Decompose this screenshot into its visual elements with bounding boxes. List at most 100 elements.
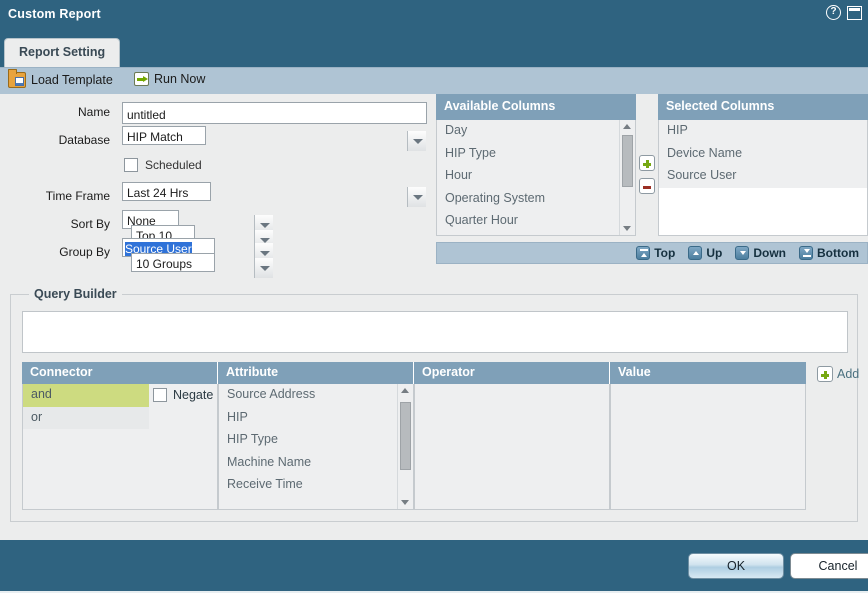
move-bottom-label: Bottom — [817, 246, 859, 260]
scheduled-checkbox[interactable] — [124, 158, 138, 172]
operator-column: Operator — [414, 362, 610, 510]
list-item[interactable]: Source Address — [219, 384, 413, 407]
group-by-label: Group By — [59, 245, 110, 259]
window-title: Custom Report — [8, 7, 101, 21]
database-select[interactable]: HIP Match — [122, 126, 427, 151]
move-bottom-button[interactable]: Bottom — [799, 246, 859, 260]
list-item[interactable]: HIP — [659, 120, 867, 143]
attribute-scrollbar[interactable] — [397, 384, 413, 509]
attribute-header: Attribute — [218, 362, 414, 384]
scroll-up-icon[interactable] — [401, 388, 409, 393]
query-builder-legend: Query Builder — [29, 287, 122, 301]
dialog-footer: OK Cancel — [0, 540, 868, 593]
negate-checkbox[interactable] — [153, 388, 167, 402]
available-columns-list[interactable]: Day HIP Type Hour Operating System Quart… — [436, 120, 636, 236]
list-item[interactable]: Receive Time — [219, 474, 413, 497]
name-input[interactable] — [122, 102, 427, 124]
tab-strip: Report Setting — [0, 30, 868, 67]
list-item[interactable]: Machine Name — [219, 452, 413, 475]
move-up-icon — [688, 246, 703, 260]
ok-button[interactable]: OK — [688, 553, 784, 579]
window-controls: ? — [826, 5, 862, 20]
add-label: Add — [837, 367, 860, 381]
move-top-icon — [636, 246, 651, 260]
list-item[interactable]: Quarter Hour — [437, 210, 635, 233]
scrollbar-thumb[interactable] — [622, 135, 633, 187]
operator-header: Operator — [414, 362, 610, 384]
scroll-up-icon[interactable] — [623, 124, 631, 129]
green-arrow-icon — [134, 72, 149, 86]
attribute-column: Attribute Source Address HIP HIP Type Ma… — [218, 362, 414, 510]
list-item[interactable]: Hour — [437, 165, 635, 188]
selected-columns-header: Selected Columns — [658, 94, 868, 120]
move-up-label: Up — [706, 246, 723, 260]
run-now-label: Run Now — [154, 72, 206, 86]
query-builder-table: Connector and or Negate Attribute Source — [22, 362, 806, 510]
available-columns-scrollbar[interactable] — [619, 120, 635, 235]
run-now-button[interactable]: Run Now — [134, 72, 205, 86]
plus-icon[interactable] — [639, 155, 655, 171]
move-bottom-icon — [799, 246, 813, 260]
value-body[interactable] — [610, 384, 806, 510]
plus-icon — [817, 366, 833, 382]
value-header: Value — [610, 362, 806, 384]
scheduled-label: Scheduled — [145, 158, 202, 172]
value-column: Value — [610, 362, 806, 510]
list-item[interactable]: HIP Type — [219, 429, 413, 452]
move-down-label: Down — [753, 246, 786, 260]
cancel-button[interactable]: Cancel — [790, 553, 868, 579]
tab-report-setting[interactable]: Report Setting — [4, 38, 121, 67]
move-down-button[interactable]: Down — [735, 246, 786, 260]
name-label: Name — [77, 105, 110, 119]
content-area: Name Database HIP Match Scheduled Time F… — [0, 94, 868, 540]
available-columns-header: Available Columns — [436, 94, 636, 120]
list-item[interactable]: Day — [437, 120, 635, 143]
list-item[interactable]: HIP Type — [437, 143, 635, 166]
folder-report-icon — [8, 69, 26, 88]
list-item[interactable]: Source User — [659, 165, 867, 188]
selected-columns-list[interactable]: HIP Device Name Source User — [658, 120, 868, 236]
help-circle-icon[interactable]: ? — [826, 5, 841, 20]
window-title-bar: Custom Report ? — [0, 0, 868, 30]
column-order-bar: Top Up Down Bottom — [436, 242, 868, 264]
restore-window-icon[interactable] — [847, 5, 862, 20]
attribute-body[interactable]: Source Address HIP HIP Type Machine Name… — [218, 384, 414, 510]
time-frame-select[interactable]: Last 24 Hrs — [122, 182, 427, 207]
toolbar: Load Template Run Now — [0, 67, 868, 95]
query-expression-input[interactable] — [22, 311, 848, 353]
time-frame-value: Last 24 Hrs — [122, 182, 212, 201]
move-top-label: Top — [654, 246, 676, 260]
database-value: HIP Match — [122, 126, 206, 145]
add-query-row-button[interactable]: Add — [817, 366, 859, 382]
connector-header: Connector — [22, 362, 218, 384]
chevron-down-icon[interactable] — [407, 131, 426, 151]
query-builder-panel: Query Builder Connector and or Negate At… — [10, 287, 859, 522]
group-count-value: 10 Groups — [131, 253, 216, 272]
scroll-down-icon[interactable] — [401, 500, 409, 505]
chevron-down-icon[interactable] — [254, 258, 273, 278]
group-count-select[interactable]: 10 Groups — [131, 253, 274, 278]
time-frame-label: Time Frame — [45, 189, 110, 203]
database-label: Database — [58, 133, 110, 147]
move-up-button[interactable]: Up — [688, 246, 722, 260]
minus-icon[interactable] — [639, 178, 655, 194]
scroll-down-icon[interactable] — [623, 226, 631, 231]
scrollbar-thumb[interactable] — [400, 402, 411, 470]
list-item[interactable]: Operating System — [437, 188, 635, 211]
operator-body[interactable] — [414, 384, 610, 510]
connector-option-or[interactable]: or — [23, 406, 149, 429]
connector-option-and[interactable]: and — [23, 384, 149, 407]
move-top-button[interactable]: Top — [636, 246, 675, 260]
move-down-icon — [735, 246, 750, 260]
negate-label: Negate — [173, 388, 214, 402]
sort-by-label: Sort By — [70, 217, 110, 231]
available-columns-panel: Available Columns Day HIP Type Hour Oper… — [436, 94, 636, 236]
load-template-label: Load Template — [31, 73, 113, 87]
load-template-button[interactable]: Load Template — [8, 69, 113, 88]
chevron-down-icon[interactable] — [407, 187, 426, 207]
list-item[interactable]: Device Name — [659, 142, 867, 165]
selected-columns-panel: Selected Columns HIP Device Name Source … — [658, 94, 868, 236]
connector-body: and or Negate — [22, 384, 218, 510]
list-item[interactable]: HIP — [219, 407, 413, 430]
report-settings-form: Name Database HIP Match Scheduled Time F… — [0, 94, 432, 278]
